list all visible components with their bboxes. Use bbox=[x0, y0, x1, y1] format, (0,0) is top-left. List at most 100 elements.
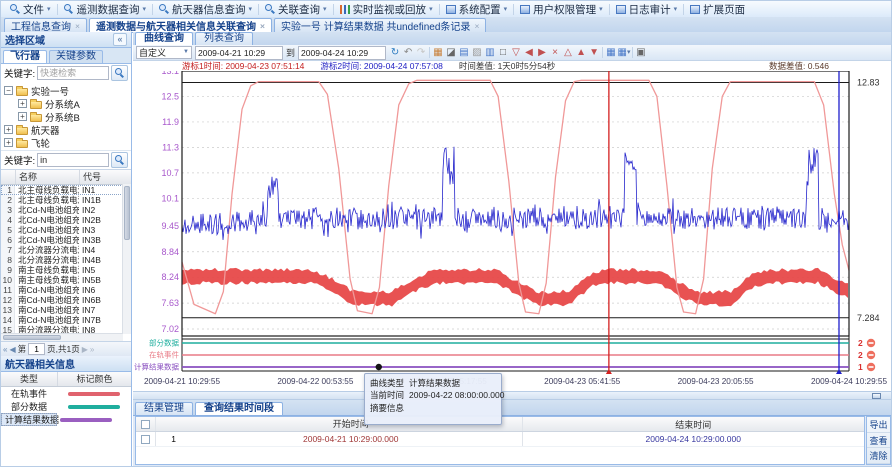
telemetry-chart[interactable]: 13.112.511.911.310.710.19.458.848.247.63… bbox=[133, 71, 892, 391]
window-tab-label: 遥测数据与航天器相关信息关联查询 bbox=[96, 18, 256, 33]
filter-bottom-icon[interactable]: ▽ bbox=[510, 46, 522, 59]
lane-marker-dot[interactable] bbox=[376, 364, 382, 370]
legend-row[interactable]: 部分数据 bbox=[1, 400, 131, 413]
lane-label: 在轨事件 bbox=[149, 350, 179, 360]
tree-node-2[interactable]: +分系统A bbox=[4, 97, 131, 110]
close-icon[interactable]: × bbox=[260, 21, 265, 31]
legend-column-type[interactable]: 类型 bbox=[1, 372, 58, 386]
keyword-label-2: 关键字: bbox=[4, 153, 35, 167]
refresh-icon[interactable]: ↻ bbox=[389, 46, 401, 59]
tree-node-1[interactable]: −实验一号 bbox=[4, 84, 131, 97]
column-name[interactable]: 名称 bbox=[16, 170, 80, 184]
grid-vertical-scrollbar[interactable] bbox=[122, 184, 131, 334]
chevron-down-icon: ▾ bbox=[47, 6, 51, 13]
tab-result-timerange[interactable]: 查询结果时间段 bbox=[195, 402, 283, 415]
grid-horizontal-scrollbar[interactable] bbox=[1, 333, 123, 341]
row-number: 8 bbox=[1, 255, 15, 265]
view-button[interactable]: 查看 bbox=[867, 433, 890, 449]
param-search-input[interactable] bbox=[37, 153, 109, 167]
snapshot-icon[interactable]: ▥ bbox=[484, 46, 496, 59]
window-tab-1[interactable]: 工程信息查询× bbox=[4, 18, 87, 32]
search-button-2[interactable] bbox=[111, 152, 128, 168]
pager-prev-icon[interactable]: ◀ bbox=[9, 345, 15, 354]
clear-cursor-icon[interactable]: × bbox=[549, 46, 561, 59]
redo-icon[interactable]: ↷ bbox=[415, 46, 427, 59]
panel-splitter[interactable] bbox=[133, 391, 891, 400]
lane-count: 2 bbox=[858, 350, 863, 360]
tree-node-4[interactable]: +航天器 bbox=[4, 123, 131, 136]
date-from-input[interactable] bbox=[195, 46, 283, 60]
tab-list-query[interactable]: 列表查询 bbox=[195, 32, 253, 45]
menu-item-3[interactable]: 航天器信息查询▾ bbox=[154, 2, 257, 16]
move-left-icon[interactable]: ◀ bbox=[523, 46, 535, 59]
filter-top-icon[interactable]: △ bbox=[562, 46, 574, 59]
pager-last-icon[interactable]: » bbox=[90, 345, 94, 354]
expand-node-icon[interactable]: + bbox=[4, 125, 13, 134]
clear-button[interactable]: 清除 bbox=[867, 448, 890, 464]
legend-row[interactable]: 在轨事件 bbox=[1, 387, 131, 400]
print-icon[interactable]: ▣ bbox=[635, 46, 647, 59]
export-image-icon[interactable]: ▦ bbox=[432, 46, 444, 59]
x-tick-label: 2009-04-24 10:29:55 bbox=[811, 377, 887, 386]
sidebar-tabs: 飞行器 关键参数 bbox=[1, 48, 131, 64]
column-code[interactable]: 代号 bbox=[80, 170, 131, 184]
x-tick-label: 2009-04-21 10:29:55 bbox=[144, 377, 220, 386]
menu-item-5[interactable]: 实时监视或回放▾ bbox=[335, 2, 438, 16]
menu-item-9[interactable]: 扩展页面 bbox=[685, 2, 750, 16]
menu-item-7[interactable]: 用户权限管理▾ bbox=[515, 2, 608, 16]
table-row[interactable]: 1 2009-04-21 10:29:00.000 2009-04-24 10:… bbox=[136, 432, 864, 447]
close-icon[interactable]: × bbox=[75, 21, 80, 31]
folder-icon bbox=[16, 140, 28, 148]
tree-node-5[interactable]: +飞轮 bbox=[4, 136, 131, 149]
move-right-icon[interactable]: ▶ bbox=[536, 46, 548, 59]
tab-curve-query[interactable]: 曲线查询 bbox=[135, 32, 193, 45]
zoom-window-icon[interactable]: □ bbox=[497, 46, 509, 59]
move-up-icon[interactable]: ▲ bbox=[575, 46, 587, 59]
tab-key-params[interactable]: 关键参数 bbox=[49, 50, 103, 63]
menu-item-4[interactable]: 关联查询▾ bbox=[260, 2, 332, 16]
minus-glyph bbox=[869, 366, 874, 368]
select-mode-icon[interactable]: ◪ bbox=[445, 46, 457, 59]
cursor1-time-value: 2009-04-23 07:51:14 bbox=[225, 61, 304, 71]
window-tab-3[interactable]: 实验一号 计算结果数据 共undefined条记录× bbox=[274, 18, 486, 32]
pager-next-icon[interactable]: ▶ bbox=[82, 345, 88, 354]
main-panel: 曲线查询 列表查询 自定义▼ 到 ↻↶↷▦◪▤▨▥□▽◀▶×△▲▼▦▦▾▣ 游标… bbox=[133, 32, 891, 466]
quick-search-input[interactable] bbox=[37, 66, 109, 80]
tree-node-3[interactable]: +分系统B bbox=[4, 110, 131, 123]
panel-toggle-icon[interactable] bbox=[872, 393, 881, 399]
search-icon bbox=[115, 68, 125, 78]
collapse-left-icon[interactable]: « bbox=[113, 33, 127, 46]
date-to-input[interactable] bbox=[298, 46, 386, 60]
menu-item-2[interactable]: 遥测数据查询▾ bbox=[59, 2, 152, 16]
window-tab-2[interactable]: 遥测数据与航天器相关信息关联查询 × bbox=[89, 18, 272, 32]
menu-item-1[interactable]: 文件▾ bbox=[5, 2, 56, 16]
tab-result-manage[interactable]: 结果管理 bbox=[135, 402, 193, 415]
row-checkbox[interactable] bbox=[141, 435, 150, 444]
menu-item-label: 航天器信息查询 bbox=[172, 2, 246, 17]
grid-menu-icon[interactable]: ▦▾ bbox=[618, 46, 630, 59]
expand-node-icon[interactable]: + bbox=[18, 112, 27, 121]
collapse-node-icon[interactable]: − bbox=[4, 86, 13, 95]
save-image-icon[interactable]: ▤ bbox=[458, 46, 470, 59]
time-preset-select[interactable]: 自定义▼ bbox=[136, 46, 192, 59]
grid-icon[interactable]: ▦ bbox=[605, 46, 617, 59]
close-icon[interactable]: × bbox=[474, 21, 479, 31]
delete-curve-icon[interactable]: ▨ bbox=[471, 46, 483, 59]
pager-first-icon[interactable]: « bbox=[3, 345, 7, 354]
tab-aircraft[interactable]: 飞行器 bbox=[3, 50, 47, 63]
pager-page-input[interactable] bbox=[28, 343, 45, 355]
menu-item-6[interactable]: 系统配置▾ bbox=[441, 2, 513, 16]
menu-item-8[interactable]: 日志审计▾ bbox=[611, 2, 683, 16]
move-down-icon[interactable]: ▼ bbox=[588, 46, 600, 59]
undo-icon[interactable]: ↶ bbox=[402, 46, 414, 59]
expand-node-icon[interactable]: + bbox=[4, 138, 13, 147]
parameter-grid: 名称 代号 1北主母线负载电流IN12北主母线负载电流..IN1B3北Cd-N电… bbox=[1, 169, 131, 341]
tooltip-summary-label: 摘要信息 bbox=[370, 402, 404, 414]
expand-node-icon[interactable]: + bbox=[18, 99, 27, 108]
legend-column-color[interactable]: 标记颜色 bbox=[58, 372, 131, 386]
select-all-checkbox[interactable] bbox=[141, 420, 150, 429]
legend-row[interactable]: 计算结果数据 bbox=[1, 413, 57, 426]
search-button-1[interactable] bbox=[111, 65, 128, 81]
column-end-time[interactable]: 结束时间 bbox=[523, 418, 865, 431]
export-button[interactable]: 导出 bbox=[867, 417, 890, 433]
